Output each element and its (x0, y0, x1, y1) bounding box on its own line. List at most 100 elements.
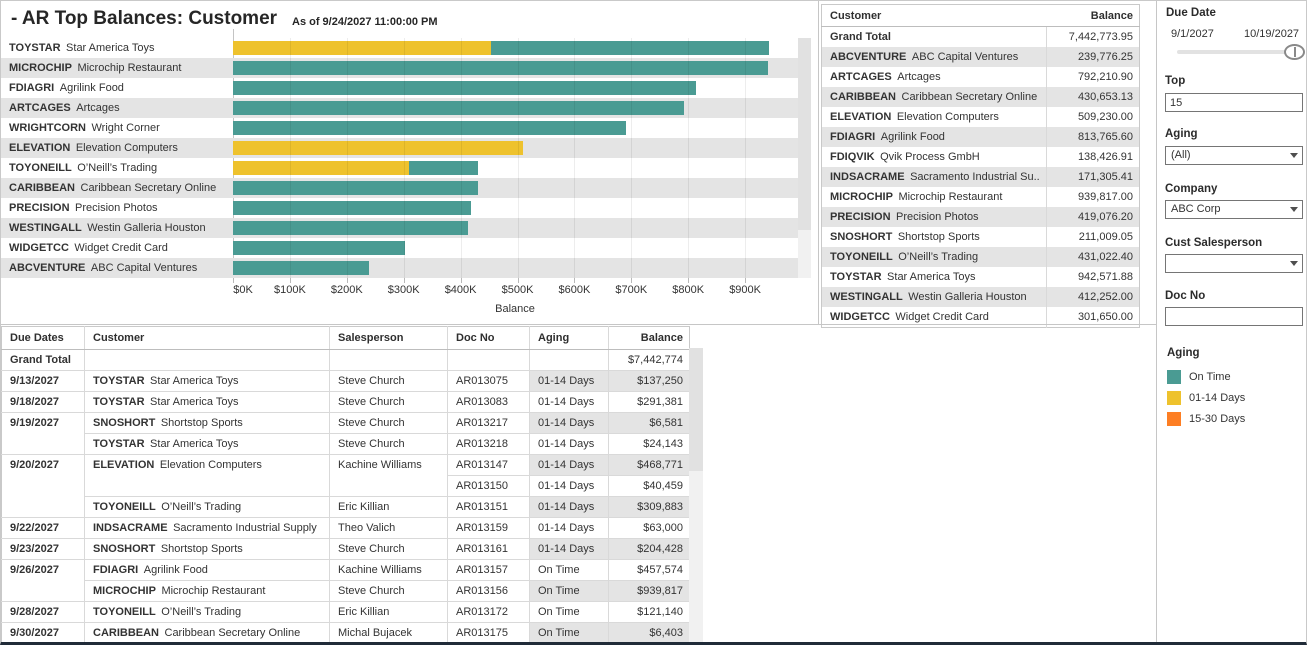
balance-cell[interactable]: $40,459 (609, 476, 690, 497)
aging-cell[interactable]: 01-14 Days (530, 413, 609, 434)
bar-segment-01-14-days[interactable] (233, 141, 523, 155)
legend-item-on-time[interactable]: On Time (1167, 366, 1245, 387)
customer-cell[interactable]: CARIBBEAN Caribbean Secretary Online (85, 623, 330, 644)
doc-no-cell[interactable]: AR013075 (448, 371, 530, 392)
balance-cell[interactable]: 942,571.88 (1047, 267, 1140, 287)
salesperson-cell[interactable]: Kachine Williams (330, 455, 448, 476)
customer-cell[interactable]: ARTCAGES Artcages (822, 67, 1047, 87)
customer-cell[interactable]: TOYSTAR Star America Toys (85, 392, 330, 413)
customer-cell[interactable]: FDIQVIK Qvik Process GmbH (822, 147, 1047, 167)
doc-no-cell[interactable]: AR013218 (448, 434, 530, 455)
detail-table-scrollbar[interactable] (689, 348, 703, 645)
chart-row-label[interactable]: TOYONEILL O’Neill’s Trading (1, 158, 233, 178)
customer-cell[interactable]: ELEVATION Elevation Computers (822, 107, 1047, 127)
balance-cell[interactable]: $63,000 (609, 518, 690, 539)
salesperson-cell[interactable]: Eric Killian (330, 602, 448, 623)
balance-cell[interactable]: 813,765.60 (1047, 127, 1140, 147)
customer-cell[interactable]: MICROCHIP Microchip Restaurant (822, 187, 1047, 207)
customer-cell[interactable]: MICROCHIP Microchip Restaurant (85, 581, 330, 602)
aging-cell[interactable]: On Time (530, 602, 609, 623)
chart-row-label[interactable]: ELEVATION Elevation Computers (1, 138, 233, 158)
aging-cell[interactable]: 01-14 Days (530, 476, 609, 497)
bar-segment-on-time[interactable] (409, 161, 478, 175)
balance-cell[interactable]: $204,428 (609, 539, 690, 560)
salesperson-cell[interactable]: Steve Church (330, 539, 448, 560)
salesperson-cell[interactable] (330, 476, 448, 497)
customer-cell[interactable]: INDSACRAME Sacramento Industrial Su.. (822, 167, 1047, 187)
salesperson-cell[interactable]: Eric Killian (330, 497, 448, 518)
aging-cell[interactable]: 01-14 Days (530, 539, 609, 560)
bar-segment-on-time[interactable] (233, 221, 468, 235)
balance-cell[interactable]: $309,883 (609, 497, 690, 518)
customer-cell[interactable]: WESTINGALL Westin Galleria Houston (822, 287, 1047, 307)
bar-segment-on-time[interactable] (233, 121, 626, 135)
due-date-cell[interactable]: 9/28/2027 (2, 602, 85, 623)
salesperson-cell[interactable]: Michal Bujacek (330, 623, 448, 644)
customer-cell[interactable]: FDIAGRI Agrilink Food (85, 560, 330, 581)
customer-cell[interactable]: TOYSTAR Star America Toys (85, 371, 330, 392)
due-date-cell[interactable]: 9/30/2027 (2, 623, 85, 644)
balance-cell[interactable]: 792,210.90 (1047, 67, 1140, 87)
chart-row-label[interactable]: CARIBBEAN Caribbean Secretary Online (1, 178, 233, 198)
aging-cell[interactable]: On Time (530, 560, 609, 581)
company-filter-dropdown[interactable]: ABC Corp (1165, 200, 1303, 219)
chart-row-label[interactable]: WRIGHTCORN Wright Corner (1, 118, 233, 138)
balance-cell[interactable]: 412,252.00 (1047, 287, 1140, 307)
salesperson-cell[interactable]: Steve Church (330, 581, 448, 602)
bar-segment-01-14-days[interactable] (233, 41, 491, 55)
due-date-cell[interactable]: 9/26/2027 (2, 560, 85, 581)
chart-scrollbar[interactable] (798, 38, 811, 278)
bar-segment-on-time[interactable] (233, 261, 369, 275)
balance-cell[interactable]: 419,076.20 (1047, 207, 1140, 227)
chart-row-label[interactable]: ABCVENTURE ABC Capital Ventures (1, 258, 233, 278)
due-date-cell[interactable]: 9/22/2027 (2, 518, 85, 539)
balance-cell[interactable]: 239,776.25 (1047, 47, 1140, 67)
top-filter-input[interactable] (1165, 93, 1303, 112)
balance-cell[interactable]: 171,305.41 (1047, 167, 1140, 187)
doc-no-cell[interactable]: AR013159 (448, 518, 530, 539)
detail-table-scrollbar-thumb[interactable] (689, 348, 703, 471)
balance-cell[interactable]: $137,250 (609, 371, 690, 392)
aging-cell[interactable]: On Time (530, 581, 609, 602)
balance-cell[interactable]: 211,009.05 (1047, 227, 1140, 247)
aging-cell[interactable]: 01-14 Days (530, 455, 609, 476)
aging-cell[interactable]: 01-14 Days (530, 518, 609, 539)
chart-row-label[interactable]: PRECISION Precision Photos (1, 198, 233, 218)
bar-segment-on-time[interactable] (233, 81, 696, 95)
due-date-cell[interactable] (2, 497, 85, 518)
aging-cell[interactable]: 01-14 Days (530, 434, 609, 455)
customer-cell[interactable]: ABCVENTURE ABC Capital Ventures (822, 47, 1047, 67)
salesperson-cell[interactable]: Steve Church (330, 392, 448, 413)
aging-cell[interactable]: 01-14 Days (530, 371, 609, 392)
salesperson-cell[interactable]: Steve Church (330, 413, 448, 434)
customer-cell[interactable] (85, 476, 330, 497)
due-date-slider-track[interactable] (1177, 50, 1293, 54)
bar-segment-on-time[interactable] (233, 181, 478, 195)
doc-no-cell[interactable]: AR013083 (448, 392, 530, 413)
due-date-cell[interactable]: 9/20/2027 (2, 455, 85, 476)
aging-cell[interactable]: 01-14 Days (530, 392, 609, 413)
chart-scrollbar-thumb[interactable] (798, 38, 811, 230)
salesperson-cell[interactable]: Steve Church (330, 434, 448, 455)
legend-item-01-14-days[interactable]: 01-14 Days (1167, 387, 1245, 408)
chart-row-label[interactable]: TOYSTAR Star America Toys (1, 38, 233, 58)
chart-row-label[interactable]: ARTCAGES Artcages (1, 98, 233, 118)
due-date-cell[interactable]: 9/18/2027 (2, 392, 85, 413)
due-date-cell[interactable]: 9/13/2027 (2, 371, 85, 392)
due-date-slider-handle[interactable] (1284, 44, 1305, 60)
balance-cell[interactable]: $24,143 (609, 434, 690, 455)
aging-cell[interactable]: 01-14 Days (530, 497, 609, 518)
customer-cell[interactable]: PRECISION Precision Photos (822, 207, 1047, 227)
customer-cell[interactable]: TOYONEILL O’Neill’s Trading (85, 602, 330, 623)
balance-cell[interactable]: $468,771 (609, 455, 690, 476)
bar-segment-on-time[interactable] (233, 101, 684, 115)
legend-item-15-30-days[interactable]: 15-30 Days (1167, 408, 1245, 429)
customer-cell[interactable]: TOYONEILL O’Neill’s Trading (822, 247, 1047, 267)
balance-cell[interactable]: $121,140 (609, 602, 690, 623)
balance-cell[interactable]: 939,817.00 (1047, 187, 1140, 207)
bar-segment-01-14-days[interactable] (233, 161, 409, 175)
balance-cell[interactable]: 509,230.00 (1047, 107, 1140, 127)
customer-cell[interactable]: TOYSTAR Star America Toys (822, 267, 1047, 287)
due-date-cell[interactable] (2, 434, 85, 455)
due-date-cell[interactable] (2, 476, 85, 497)
